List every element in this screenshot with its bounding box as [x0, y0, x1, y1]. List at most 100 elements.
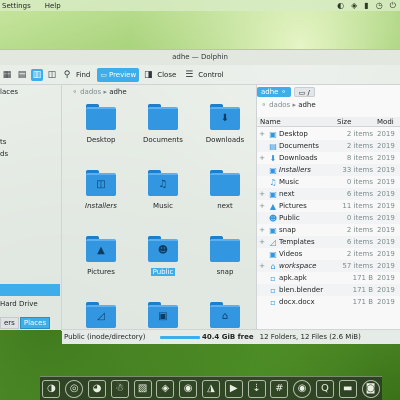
places-item-desktop[interactable]: ts	[0, 138, 6, 146]
table-row[interactable]: ▣ Videos 2 items 2019	[257, 248, 400, 260]
camera-icon[interactable]: ◙	[361, 379, 380, 398]
table-row[interactable]: ☻ Public 0 items 2019	[257, 212, 400, 224]
folder-tile[interactable]: ☻ Public	[134, 236, 192, 306]
tab-folders[interactable]: ers	[0, 317, 19, 329]
breadcrumb-current[interactable]: adhe	[298, 101, 315, 109]
breadcrumb: ⚬ dados ▸ adhe	[72, 88, 127, 96]
qt-icon[interactable]: Q	[315, 379, 334, 398]
folder-icon: ⚬	[261, 101, 270, 109]
volume-icon[interactable]: ◐	[337, 1, 344, 10]
system-tray: ◐ ◈ ▮ ◷ ⏻	[337, 0, 400, 11]
expand-icon[interactable]: +	[257, 226, 267, 234]
expand-icon[interactable]: +	[257, 154, 267, 162]
folder-label: Desktop	[86, 136, 116, 144]
folder-tile[interactable]: next	[196, 170, 254, 240]
table-row[interactable]: ▫ apk.apk 171 B 2019	[257, 272, 400, 284]
row-name: next	[279, 190, 295, 198]
tab-adhe[interactable]: adhe ⚬	[257, 86, 291, 97]
row-name: Pictures	[279, 202, 307, 210]
markdown-icon[interactable]: ⇣	[247, 379, 266, 398]
inkscape-icon[interactable]: ◮	[201, 379, 220, 398]
expand-icon[interactable]: +	[257, 190, 267, 198]
table-row[interactable]: ▫ blen.blender 171 B 2019	[257, 284, 400, 296]
table-row[interactable]: + ⌂ workspace 57 items 2019	[257, 260, 400, 272]
image-editor-icon[interactable]: ▧	[133, 379, 152, 398]
folder-tile[interactable]: ▣Videos	[134, 302, 192, 329]
control-button[interactable]: Control	[198, 71, 223, 79]
tux-icon[interactable]: ☃	[110, 379, 129, 398]
row-size: 2 items	[346, 142, 373, 150]
hash-icon[interactable]: #	[270, 379, 289, 398]
places-item-hard-drive[interactable]: Hard Drive	[0, 300, 38, 308]
gimp-icon[interactable]: ◈	[156, 379, 175, 398]
row-size: 171 B	[352, 286, 373, 294]
folder-tile[interactable]: ◿Templates	[72, 302, 130, 329]
column-name[interactable]: Name	[257, 117, 337, 126]
expand-icon[interactable]: +	[257, 202, 267, 210]
folder-tile[interactable]: ♫ Music	[134, 170, 192, 240]
details-view-icon[interactable]: ▥	[31, 68, 43, 81]
row-size: 0 items	[346, 178, 373, 186]
column-modified[interactable]: Modi	[377, 117, 400, 126]
table-row[interactable]: + ▲ Pictures 11 items 2019	[257, 200, 400, 212]
compact-view-icon[interactable]: ▤	[16, 69, 28, 81]
tab-adhe-label: adhe	[261, 87, 279, 96]
expand-icon[interactable]: +	[257, 130, 267, 138]
preview-button[interactable]: ▭ Preview	[97, 67, 140, 82]
tab-root-label: /	[307, 88, 310, 97]
table-row[interactable]: + ⬇ Downloads 8 items 2019	[257, 152, 400, 164]
table-row[interactable]: ▫ docx.docx 171 B 2019	[257, 296, 400, 308]
table-row[interactable]: + ◿ Templates 6 items 2019	[257, 236, 400, 248]
table-row[interactable]: + ▣ Desktop 2 items 2019	[257, 128, 400, 140]
breadcrumb-parent[interactable]: dados	[80, 88, 101, 96]
table-row[interactable]: + ▣ snap 2 items 2019	[257, 224, 400, 236]
battery-icon[interactable]: ▮	[364, 1, 368, 10]
split-view-icon[interactable]: ◫	[46, 69, 58, 81]
folder-tile[interactable]: ▲ Pictures	[72, 236, 130, 306]
row-size: 171 B	[352, 274, 373, 282]
table-row[interactable]: ♫ Music 0 items 2019	[257, 176, 400, 188]
folder-tile[interactable]: ⌂workspace	[196, 302, 254, 329]
eye-icon[interactable]: ◉	[293, 379, 312, 398]
find-button[interactable]: Find	[76, 71, 90, 79]
folder-tile[interactable]: Documents	[134, 104, 192, 174]
row-modified: 2019	[377, 226, 395, 234]
clock-icon[interactable]: ◷	[376, 1, 383, 10]
split-icon[interactable]: ◨	[142, 69, 154, 81]
column-size[interactable]: Size	[337, 117, 377, 126]
menu-settings[interactable]: Settings	[0, 2, 33, 10]
expand-icon[interactable]: +	[257, 262, 267, 270]
disk-icon[interactable]: ◎	[65, 379, 84, 398]
network-icon[interactable]: ◈	[351, 1, 357, 10]
folder-tile[interactable]: ⬇ Downloads	[196, 104, 254, 174]
row-modified: 2019	[377, 262, 395, 270]
file-icon: ⬇	[269, 153, 277, 163]
icons-view-icon[interactable]: ▦	[1, 69, 13, 81]
folder-tile[interactable]: ◫ Installers	[72, 170, 130, 240]
row-name: Desktop	[279, 130, 308, 138]
tab-places[interactable]: Places	[19, 317, 51, 329]
tab-root[interactable]: ▭ /	[293, 86, 315, 97]
row-size: 2 items	[346, 226, 373, 234]
table-row[interactable]: + ▣ next 6 items 2019	[257, 188, 400, 200]
search-icon[interactable]: ⚲	[61, 69, 73, 81]
folder-tile[interactable]: Desktop	[72, 104, 130, 174]
video-icon[interactable]: ▬	[338, 379, 357, 398]
places-item-selected[interactable]	[0, 284, 60, 296]
toggle-icon[interactable]: ◑	[42, 379, 61, 398]
menu-help[interactable]: Help	[43, 2, 63, 10]
folder-tile[interactable]: snap	[196, 236, 254, 306]
hamburger-menu-icon[interactable]: ☰	[183, 69, 195, 81]
places-item-downloads[interactable]: ds	[0, 150, 8, 158]
table-row[interactable]: ▣ Installers 33 items 2019	[257, 164, 400, 176]
terminal-icon[interactable]: ▶	[224, 379, 243, 398]
firefox-icon[interactable]: ◕	[87, 379, 106, 398]
breadcrumb-parent[interactable]: dados	[269, 101, 290, 109]
close-button[interactable]: Close	[157, 71, 176, 79]
table-row[interactable]: ▤ Documents 2 items 2019	[257, 140, 400, 152]
expand-icon[interactable]: +	[257, 238, 267, 246]
breadcrumb-current[interactable]: adhe	[109, 88, 126, 96]
power-icon[interactable]: ⏻	[390, 1, 396, 11]
blender-icon[interactable]: ◉	[179, 379, 198, 398]
close-icon[interactable]: ⚬	[281, 88, 287, 96]
